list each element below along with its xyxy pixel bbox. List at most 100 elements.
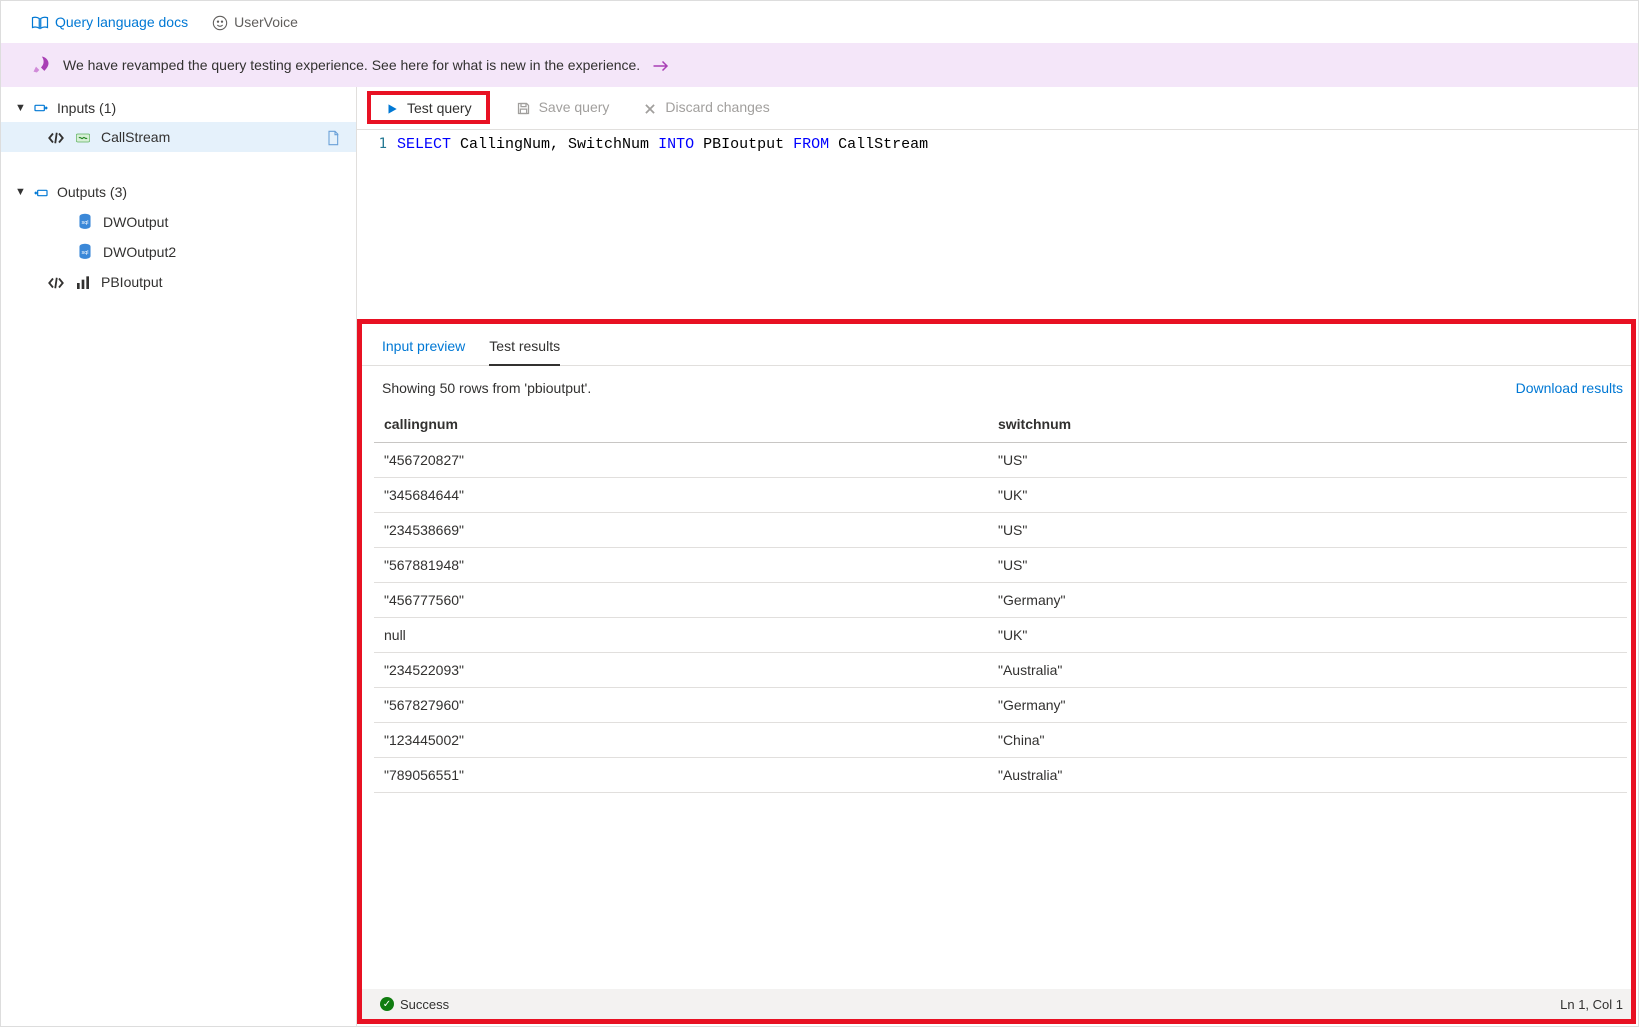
caret-down-icon: ▼ (15, 186, 25, 198)
announcement-banner: We have revamped the query testing exper… (1, 43, 1638, 87)
table-row[interactable]: "456720827""US" (374, 443, 1627, 478)
success-icon: ✓ (380, 997, 394, 1011)
table-row[interactable]: "234538669""US" (374, 513, 1627, 548)
table-cell: "Australia" (988, 758, 1627, 793)
table-cell: "UK" (988, 618, 1627, 653)
code-content[interactable]: SELECT CallingNum, SwitchNum INTO PBIout… (397, 130, 1638, 319)
table-row[interactable]: "234522093""Australia" (374, 653, 1627, 688)
results-highlight-box: Input preview Test results Showing 50 ro… (357, 319, 1636, 1024)
table-row[interactable]: "456777560""Germany" (374, 583, 1627, 618)
test-query-label: Test query (407, 100, 472, 116)
col-switchnum[interactable]: switchnum (988, 406, 1627, 443)
col-callingnum[interactable]: callingnum (374, 406, 988, 443)
query-toolbar: Test query Save query Discard changes (357, 87, 1638, 129)
outputs-header[interactable]: ▼ Outputs (3) (1, 178, 356, 207)
content-pane: Test query Save query Discard changes 1 … (357, 87, 1638, 1026)
save-icon (516, 99, 531, 116)
table-cell: "567881948" (374, 548, 988, 583)
main-area: ▼ Inputs (1) CallStream (1, 87, 1638, 1026)
table-cell: "Australia" (988, 653, 1627, 688)
test-query-button[interactable]: Test query (377, 95, 480, 119)
table-row[interactable]: "789056551""Australia" (374, 758, 1627, 793)
inputs-header[interactable]: ▼ Inputs (1) (1, 93, 356, 122)
output-name: DWOutput (103, 214, 168, 230)
table-cell: "789056551" (374, 758, 988, 793)
table-cell: "US" (988, 443, 1627, 478)
table-cell: "456720827" (374, 443, 988, 478)
results-table: callingnum switchnum "456720827""US""345… (374, 406, 1627, 793)
status-text: Success (400, 997, 449, 1012)
caret-down-icon: ▼ (15, 102, 25, 114)
close-icon (643, 99, 657, 115)
test-query-highlight: Test query (367, 91, 490, 123)
inputs-icon (33, 99, 49, 116)
table-row[interactable]: "345684644""UK" (374, 478, 1627, 513)
document-icon (326, 128, 340, 145)
results-header: Showing 50 rows from 'pbioutput'. Downlo… (362, 366, 1631, 406)
uservoice-label: UserVoice (234, 14, 298, 30)
sidebar: ▼ Inputs (1) CallStream (1, 87, 357, 1026)
sidebar-item-dwoutput[interactable]: sql DWOutput (1, 207, 356, 237)
stream-icon (75, 129, 91, 145)
table-row[interactable]: "567827960""Germany" (374, 688, 1627, 723)
sidebar-item-dwoutput2[interactable]: sql DWOutput2 (1, 237, 356, 267)
sql-db-icon: sql (77, 243, 93, 261)
line-number: 1 (357, 130, 397, 319)
save-query-label: Save query (539, 99, 610, 115)
results-tabs: Input preview Test results (362, 324, 1631, 366)
query-language-docs-link[interactable]: Query language docs (31, 13, 188, 30)
table-cell: null (374, 618, 988, 653)
table-cell: "234538669" (374, 513, 988, 548)
table-cell: "Germany" (988, 688, 1627, 723)
powerbi-icon (75, 273, 91, 290)
arrow-right-icon[interactable] (652, 57, 670, 73)
input-name: CallStream (101, 129, 170, 145)
sidebar-item-callstream[interactable]: CallStream (1, 122, 356, 151)
query-editor[interactable]: 1 SELECT CallingNum, SwitchNum INTO PBIo… (357, 129, 1638, 319)
discard-label: Discard changes (665, 99, 769, 115)
statusbar: ✓ Success Ln 1, Col 1 (362, 989, 1631, 1019)
results-table-scroll[interactable]: callingnum switchnum "456720827""US""345… (362, 406, 1631, 989)
code-icon (47, 274, 65, 290)
smile-icon (212, 13, 228, 30)
output-name: PBIoutput (101, 274, 163, 290)
outputs-icon (33, 184, 49, 201)
code-icon (47, 129, 65, 145)
table-cell: "456777560" (374, 583, 988, 618)
table-cell: "UK" (988, 478, 1627, 513)
inputs-label: Inputs (1) (57, 100, 116, 116)
tab-input-preview[interactable]: Input preview (382, 332, 465, 365)
svg-text:sql: sql (81, 220, 88, 226)
rocket-icon (31, 55, 51, 75)
table-cell: "567827960" (374, 688, 988, 723)
table-row[interactable]: null"UK" (374, 618, 1627, 653)
table-cell: "China" (988, 723, 1627, 758)
table-cell: "345684644" (374, 478, 988, 513)
download-results-link[interactable]: Download results (1516, 380, 1623, 396)
book-icon (31, 13, 49, 30)
outputs-group: ▼ Outputs (3) sql DWOutput sql DWO (1, 178, 356, 297)
table-row[interactable]: "567881948""US" (374, 548, 1627, 583)
uservoice-link[interactable]: UserVoice (212, 13, 298, 30)
save-query-button[interactable]: Save query (508, 95, 618, 120)
inputs-group: ▼ Inputs (1) CallStream (1, 93, 356, 152)
output-name: DWOutput2 (103, 244, 176, 260)
table-cell: "123445002" (374, 723, 988, 758)
table-row[interactable]: "123445002""China" (374, 723, 1627, 758)
results-summary: Showing 50 rows from 'pbioutput'. (382, 380, 591, 396)
outputs-label: Outputs (3) (57, 184, 127, 200)
play-icon (385, 99, 399, 115)
table-cell: "US" (988, 548, 1627, 583)
docs-label: Query language docs (55, 14, 188, 30)
svg-text:sql: sql (81, 251, 88, 257)
sidebar-item-pbioutput[interactable]: PBIoutput (1, 267, 356, 296)
topbar: Query language docs UserVoice (1, 1, 1638, 43)
sql-db-icon: sql (77, 213, 93, 231)
cursor-position: Ln 1, Col 1 (1560, 997, 1623, 1012)
banner-text: We have revamped the query testing exper… (63, 57, 640, 73)
table-cell: "Germany" (988, 583, 1627, 618)
tab-test-results[interactable]: Test results (489, 332, 560, 366)
table-cell: "234522093" (374, 653, 988, 688)
discard-changes-button[interactable]: Discard changes (635, 95, 777, 119)
table-cell: "US" (988, 513, 1627, 548)
